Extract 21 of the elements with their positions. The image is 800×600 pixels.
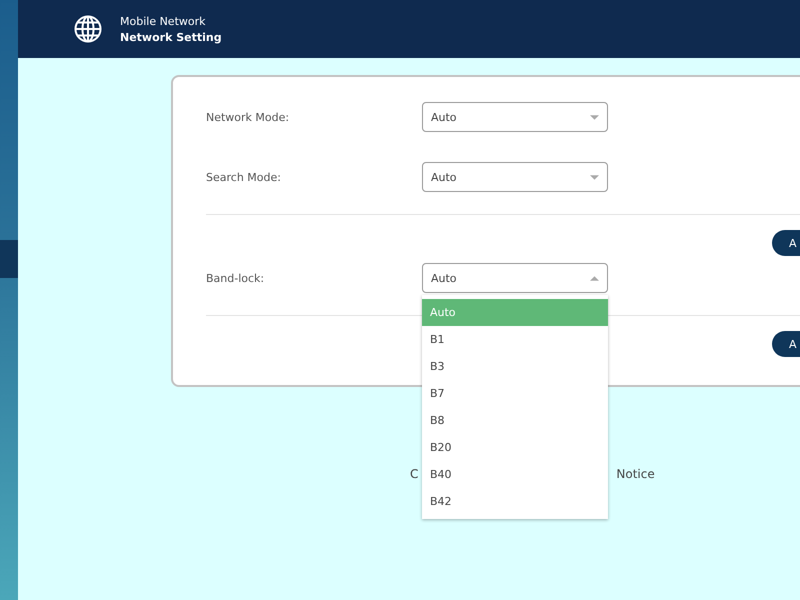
dropdown-option[interactable]: B8	[422, 407, 608, 434]
dropdown-option[interactable]: B1	[422, 326, 608, 353]
apply-button[interactable]: A	[772, 230, 800, 256]
dropdown-option[interactable]: B7	[422, 380, 608, 407]
field-label: Network Mode:	[206, 110, 290, 124]
field-label: Band-lock:	[206, 272, 266, 284]
page-title: Network Setting	[120, 30, 222, 44]
footer-text: Notice	[616, 467, 655, 481]
sidebar-item[interactable]	[0, 240, 18, 278]
dropdown-option[interactable]: B3	[422, 353, 608, 380]
dropdown[interactable]: Auto	[422, 102, 608, 132]
dropdown[interactable]: Auto	[422, 263, 608, 293]
dropdown-option[interactable]: B42	[422, 488, 608, 515]
dropdown-option[interactable]: B40	[422, 461, 608, 488]
apply-button[interactable]: A	[772, 331, 800, 357]
dropdown[interactable]: Auto	[422, 162, 608, 192]
footer-text: C	[410, 467, 418, 481]
globe-icon	[74, 15, 102, 43]
field-label: Search Mode:	[206, 170, 282, 184]
section-label: Mobile Network	[120, 14, 207, 28]
dropdown-option[interactable]: B20	[422, 434, 608, 461]
